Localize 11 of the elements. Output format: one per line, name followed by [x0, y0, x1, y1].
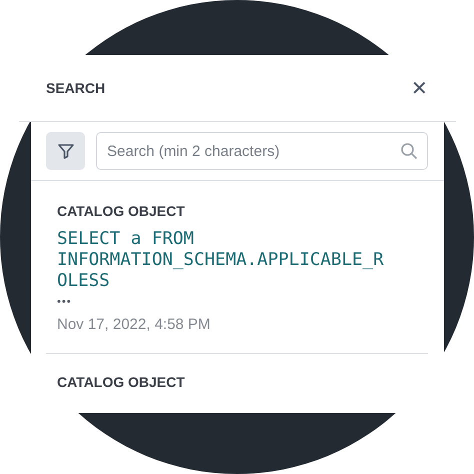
result-date: Nov 17, 2022, 4:58 PM	[57, 316, 212, 335]
result-type: CATALOG OBJECT	[57, 374, 186, 390]
close-button[interactable]: ✕	[411, 76, 428, 100]
filter-button[interactable]	[46, 132, 85, 170]
search-field[interactable]: Search (min 2 characters)	[96, 132, 428, 170]
search-icon	[400, 142, 418, 160]
panel-title: SEARCH	[46, 80, 106, 96]
result-type: CATALOG OBJECT	[57, 203, 186, 219]
filter-icon	[56, 141, 76, 161]
ellipsis-text: •••	[57, 296, 73, 308]
sql-query[interactable]: SELECT a FROM INFORMATION_SCHEMA.APPLICABLE_ROLESS	[57, 229, 384, 292]
